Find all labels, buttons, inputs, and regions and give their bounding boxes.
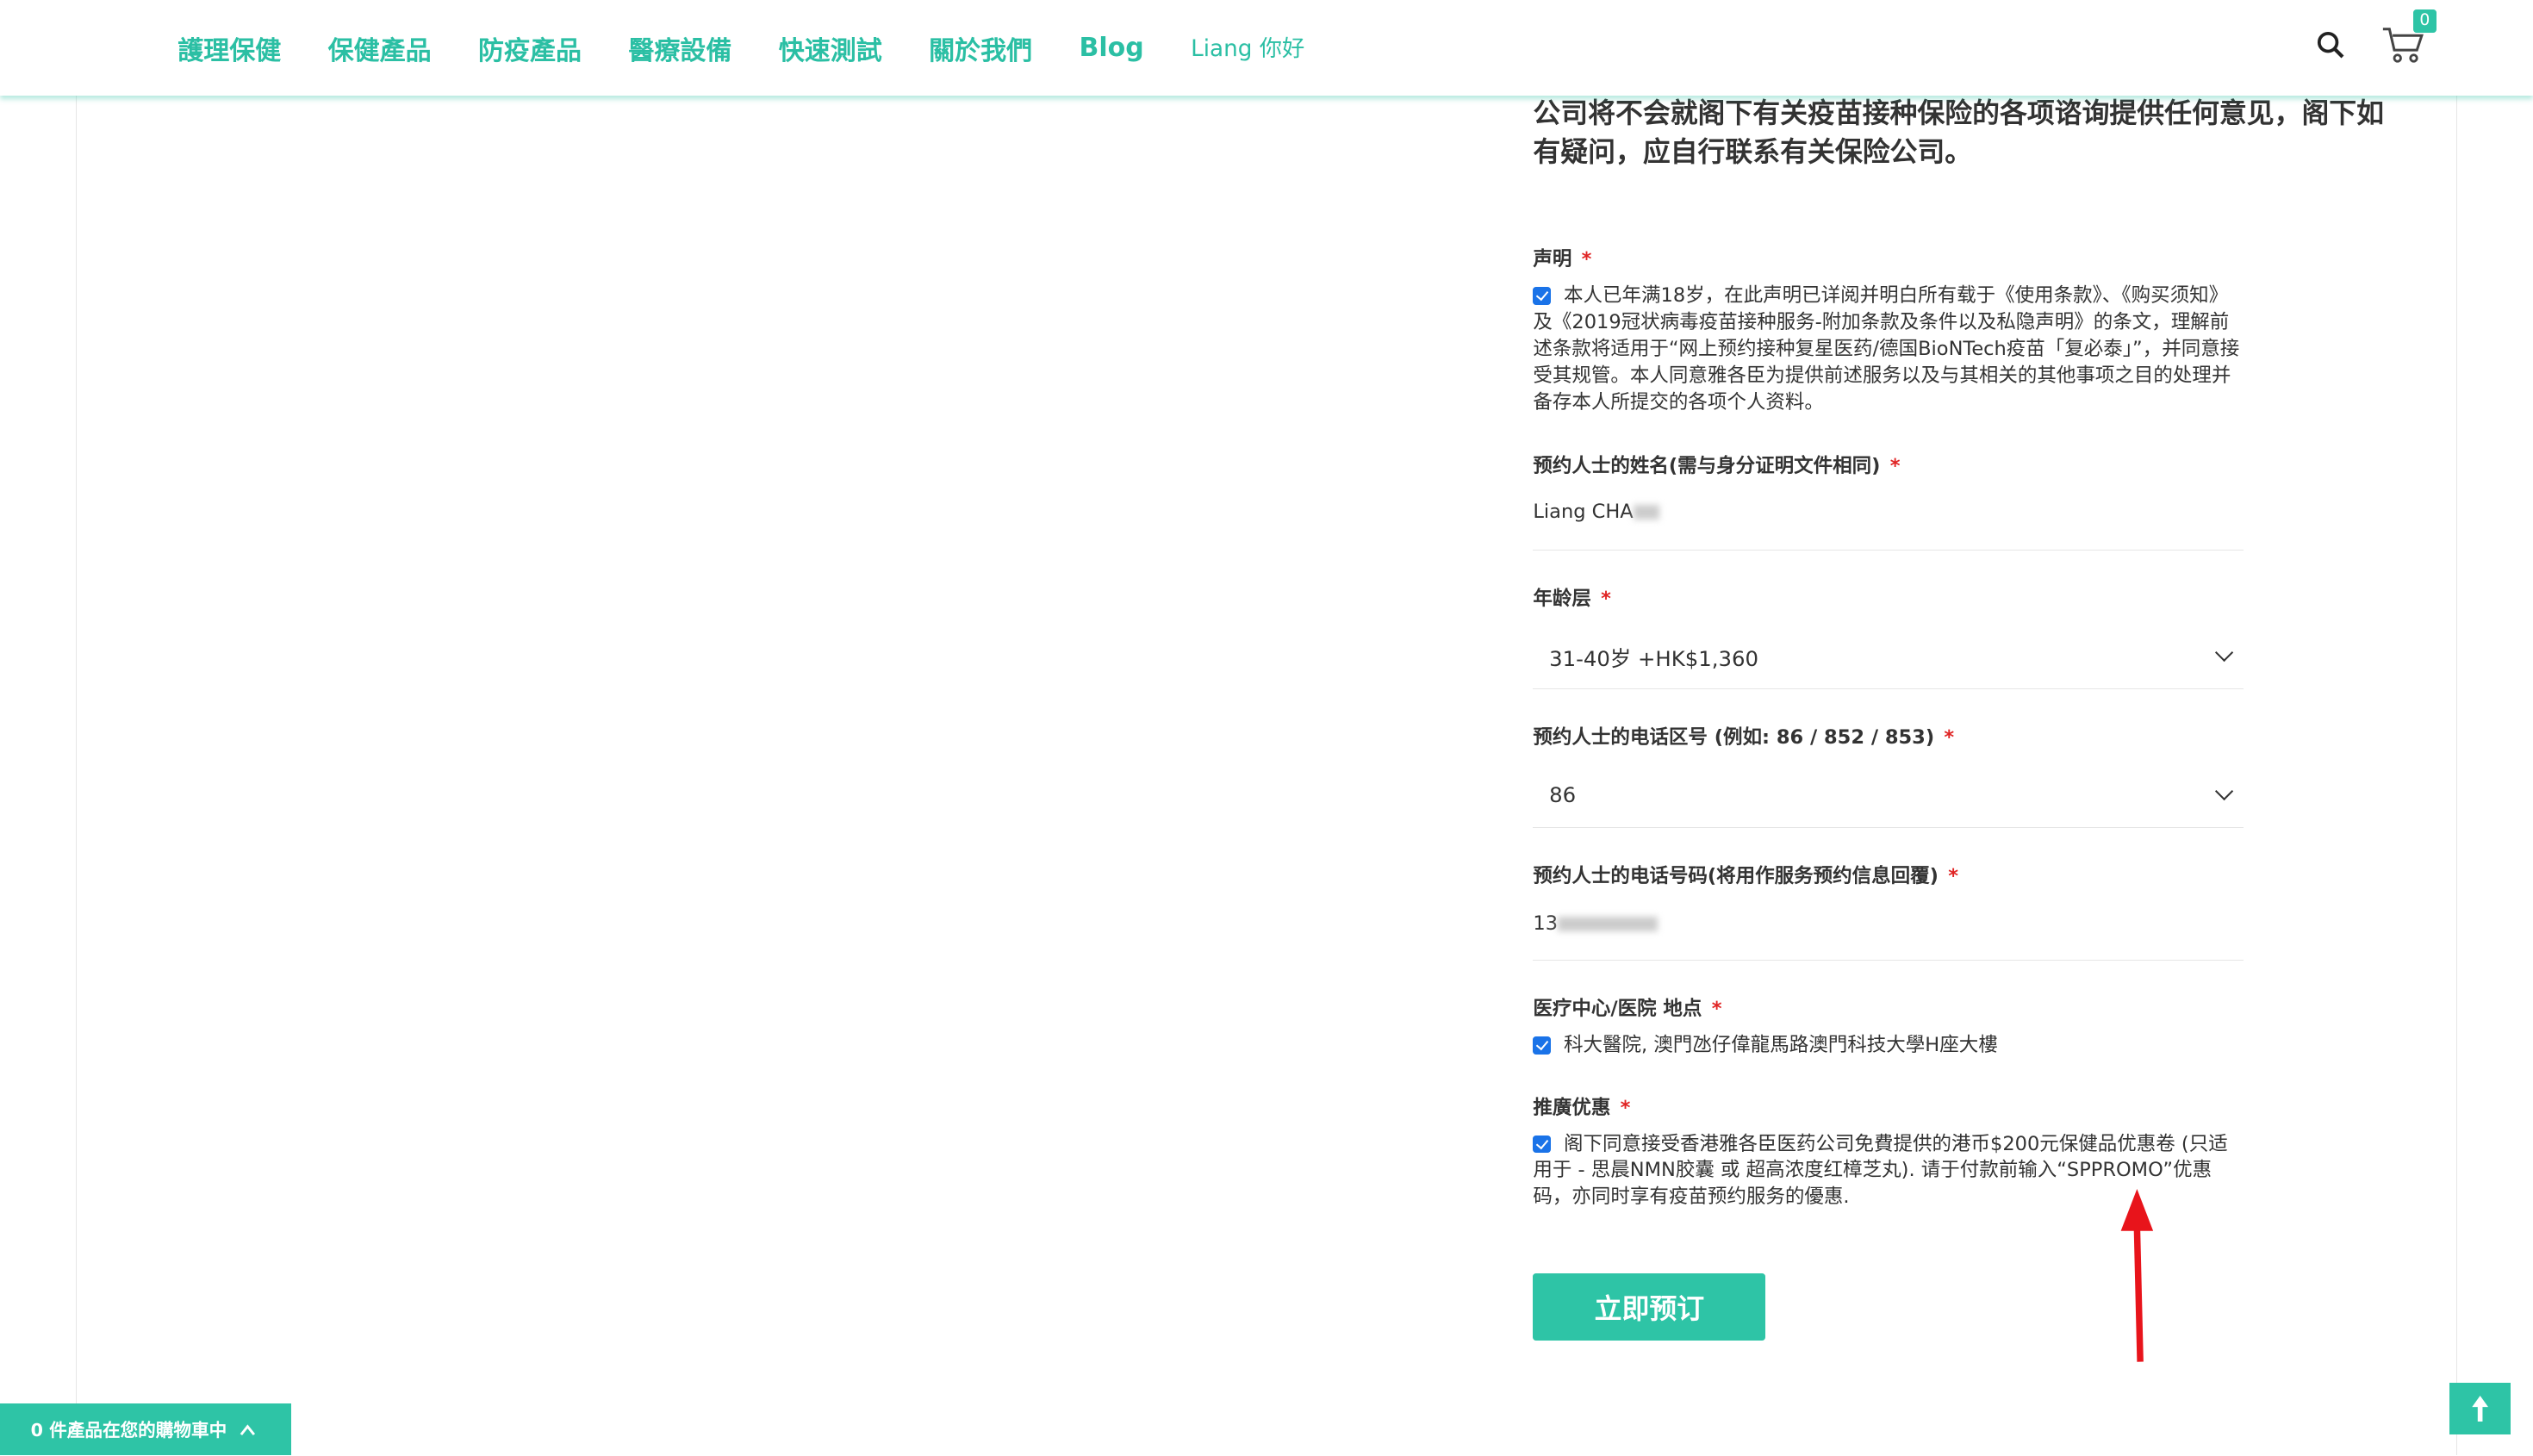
- label-text: 预约人士的电话区号 (例如: 86 / 852 / 853): [1533, 726, 1934, 749]
- age-label: 年龄层 *: [1533, 583, 1611, 611]
- required-mark: *: [1621, 1097, 1631, 1119]
- nav-blog[interactable]: Blog: [1080, 33, 1144, 63]
- chevron-up-icon: [240, 1423, 256, 1436]
- required-mark: *: [1582, 248, 1592, 271]
- phone-input[interactable]: 13: [1533, 912, 2244, 960]
- name-label: 预约人士的姓名(需与身分证明文件相同) *: [1533, 451, 1900, 478]
- area-code-label: 预约人士的电话区号 (例如: 86 / 852 / 853) *: [1533, 722, 1954, 750]
- cart-count-badge: 0: [2413, 9, 2436, 32]
- area-code-select[interactable]: 86: [1533, 762, 2244, 828]
- book-now-button[interactable]: 立即预订: [1533, 1273, 1765, 1341]
- phone-value: 13: [1533, 912, 1558, 935]
- redacted-text: [1634, 505, 1659, 520]
- location-checkbox[interactable]: [1533, 1036, 1551, 1055]
- nav-care[interactable]: 護理保健: [177, 29, 281, 67]
- promo-checkbox[interactable]: [1533, 1136, 1551, 1154]
- insurance-notice: 公司将不会就阁下有关疫苗接种保险的各项谘询提供任何意见，阁下如有疑问，应自行联系…: [1533, 94, 2405, 171]
- nav-health-products[interactable]: 保健產品: [328, 29, 432, 67]
- user-greeting[interactable]: Liang 你好: [1191, 30, 1304, 63]
- required-mark: *: [1601, 588, 1611, 610]
- required-mark: *: [1890, 455, 1901, 477]
- required-mark: *: [1948, 865, 1958, 887]
- age-select[interactable]: 31-40岁 +HK$1,360: [1533, 624, 2244, 689]
- promo-label: 推廣优惠 *: [1533, 1092, 1630, 1120]
- main-nav: 護理保健 保健產品 防疫產品 醫療設備 快速測試 關於我們 Blog Liang…: [177, 29, 1351, 67]
- declaration-option[interactable]: 本人已年满18岁，在此声明已详阅并明白所有载于《使用条款》、《购买须知》及《20…: [1533, 283, 2244, 416]
- arrow-up-icon: [2449, 1383, 2511, 1434]
- nav-epidemic-products[interactable]: 防疫產品: [478, 29, 582, 67]
- required-mark: *: [1944, 726, 1954, 749]
- nav-about-us[interactable]: 關於我們: [929, 29, 1032, 67]
- declaration-text: 本人已年满18岁，在此声明已详阅并明白所有载于《使用条款》、《购买须知》及《20…: [1533, 284, 2239, 414]
- booking-form: 公司将不会就阁下有关疫苗接种保险的各项谘询提供任何意见，阁下如有疑问，应自行联系…: [1533, 94, 2405, 171]
- name-value: Liang CHA: [1533, 501, 1633, 523]
- declaration-label: 声明 *: [1533, 244, 1591, 271]
- back-to-top-button[interactable]: [2449, 1383, 2511, 1434]
- location-text: 科大醫院, 澳門氹仔偉龍馬路澳門科技大學H座大樓: [1564, 1034, 1998, 1056]
- label-text: 医疗中心/医院 地点: [1533, 998, 1702, 1020]
- declaration-checkbox[interactable]: [1533, 287, 1551, 305]
- label-text: 预约人士的姓名(需与身分证明文件相同): [1533, 455, 1880, 477]
- site-header: 護理保健 保健產品 防疫產品 醫療設備 快速測試 關於我們 Blog Liang…: [0, 0, 2533, 96]
- nav-medical-equipment[interactable]: 醫療設備: [628, 29, 731, 67]
- chevron-down-icon: [2215, 782, 2233, 800]
- phone-label: 预约人士的电话号码(将用作服务预约信息回覆) *: [1533, 861, 1958, 888]
- label-text: 预约人士的电话号码(将用作服务预约信息回覆): [1533, 865, 1939, 887]
- label-text: 推廣优惠: [1533, 1097, 1610, 1119]
- label-text: 年龄层: [1533, 588, 1591, 610]
- redacted-text: [1558, 917, 1658, 931]
- cart-summary-text: 0 件產品在您的購物車中: [31, 1420, 227, 1440]
- age-value: 31-40岁 +HK$1,360: [1549, 643, 1758, 673]
- location-option[interactable]: 科大醫院, 澳門氹仔偉龍馬路澳門科技大學H座大樓: [1533, 1032, 2244, 1059]
- location-label: 医疗中心/医院 地点 *: [1533, 993, 1721, 1021]
- required-mark: *: [1712, 998, 1722, 1020]
- search-icon[interactable]: [2317, 31, 2346, 67]
- name-input[interactable]: Liang CHA: [1533, 501, 2244, 550]
- area-code-value: 86: [1549, 782, 1576, 807]
- nav-rapid-test[interactable]: 快速測試: [779, 29, 882, 67]
- red-arrow-annotation: [2116, 1189, 2164, 1366]
- cart-summary-bar[interactable]: 0 件產品在您的購物車中: [0, 1403, 291, 1455]
- chevron-down-icon: [2215, 644, 2233, 662]
- label-text: 声明: [1533, 248, 1571, 271]
- cart-icon[interactable]: [2381, 26, 2427, 72]
